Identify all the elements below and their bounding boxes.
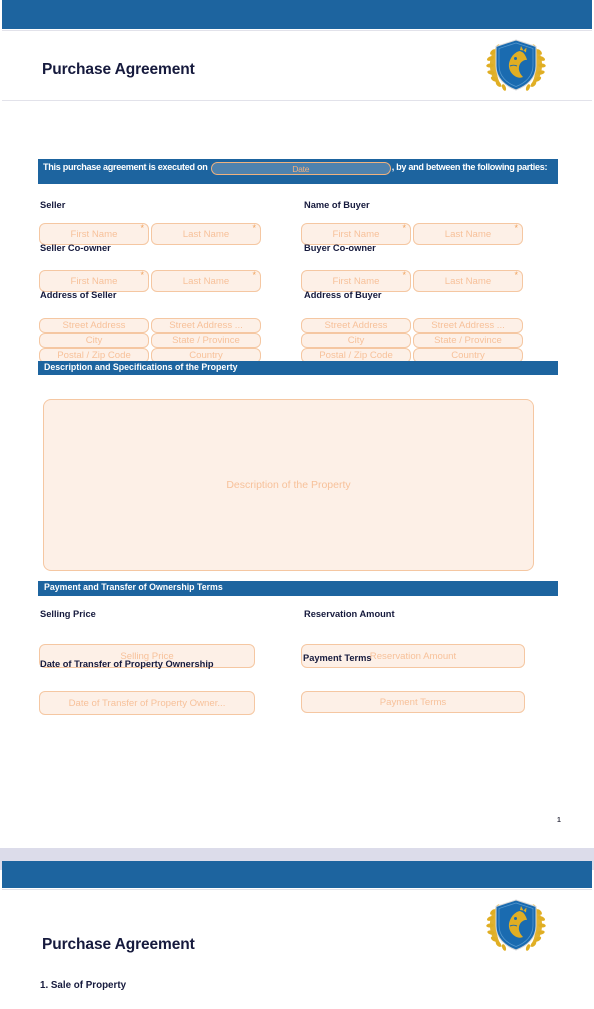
page2-shield-horse-laurel-emblem-icon xyxy=(484,896,548,954)
buyer-city-input[interactable]: City xyxy=(301,333,411,348)
payment-terms-label: Payment Terms xyxy=(303,653,372,663)
document-canvas: Purchase Agreement This purchase agreeme… xyxy=(0,0,594,1009)
buyer-coowner-label: Buyer Co-owner xyxy=(304,243,376,253)
transfer-date-input[interactable]: Date of Transfer of Property Owner... xyxy=(39,691,255,715)
page-top-blue-band xyxy=(2,0,592,29)
selling-price-label: Selling Price xyxy=(40,609,96,619)
payment-section-bar: Payment and Transfer of Ownership Terms xyxy=(38,581,558,596)
seller-address-label: Address of Seller xyxy=(40,290,117,300)
page-title: Purchase Agreement xyxy=(42,61,195,78)
page2-top-blue-band xyxy=(2,861,592,888)
buyer-coowner-first-name-input[interactable]: First Name xyxy=(301,270,411,292)
intro-text-before-date: This purchase agreement is executed on xyxy=(43,162,210,172)
buyer-street-address-input[interactable]: Street Address xyxy=(301,318,411,333)
seller-state-input[interactable]: State / Province xyxy=(151,333,261,348)
transfer-date-label: Date of Transfer of Property Ownership xyxy=(40,659,214,669)
seller-name-label: Seller xyxy=(40,200,66,210)
seller-coowner-last-name-input[interactable]: Last Name xyxy=(151,270,261,292)
date-input[interactable]: Date xyxy=(210,162,391,175)
payment-terms-input[interactable]: Payment Terms xyxy=(301,691,525,713)
page2-header-rule xyxy=(2,889,592,890)
buyer-name-label: Name of Buyer xyxy=(304,200,370,210)
page2-title: Purchase Agreement xyxy=(42,936,195,953)
buyer-address-label: Address of Buyer xyxy=(304,290,382,300)
buyer-coowner-last-name-input[interactable]: Last Name xyxy=(413,270,523,292)
seller-first-name-input[interactable]: First Name xyxy=(39,223,149,245)
page2-section-heading: 1. Sale of Property xyxy=(40,980,127,991)
buyer-street-address-2-input[interactable]: Street Address ... xyxy=(413,318,523,333)
header-top-rule xyxy=(2,30,592,31)
agreement-intro-band: This purchase agreement is executed on D… xyxy=(38,159,558,184)
seller-city-input[interactable]: City xyxy=(39,333,149,348)
page-number: 1 xyxy=(557,817,561,824)
header-bottom-rule xyxy=(2,100,592,101)
reservation-amount-label: Reservation Amount xyxy=(304,609,395,619)
seller-street-address-input[interactable]: Street Address xyxy=(39,318,149,333)
seller-coowner-label: Seller Co-owner xyxy=(40,243,111,253)
document-page-1: Purchase Agreement This purchase agreeme… xyxy=(2,0,592,839)
buyer-last-name-input[interactable]: Last Name xyxy=(413,223,523,245)
description-section-bar: Description and Specifications of the Pr… xyxy=(38,361,558,375)
seller-street-address-2-input[interactable]: Street Address ... xyxy=(151,318,261,333)
seller-coowner-first-name-input[interactable]: First Name xyxy=(39,270,149,292)
seller-last-name-input[interactable]: Last Name xyxy=(151,223,261,245)
property-description-textarea[interactable]: Description of the Property xyxy=(43,399,534,571)
intro-text-after-date: , by and between the following parties: xyxy=(391,162,548,172)
buyer-state-input[interactable]: State / Province xyxy=(413,333,523,348)
buyer-first-name-input[interactable]: First Name xyxy=(301,223,411,245)
shield-horse-laurel-emblem-icon xyxy=(484,36,548,94)
document-page-2: Purchase Agreement 1. Sale of Property xyxy=(2,861,592,1009)
